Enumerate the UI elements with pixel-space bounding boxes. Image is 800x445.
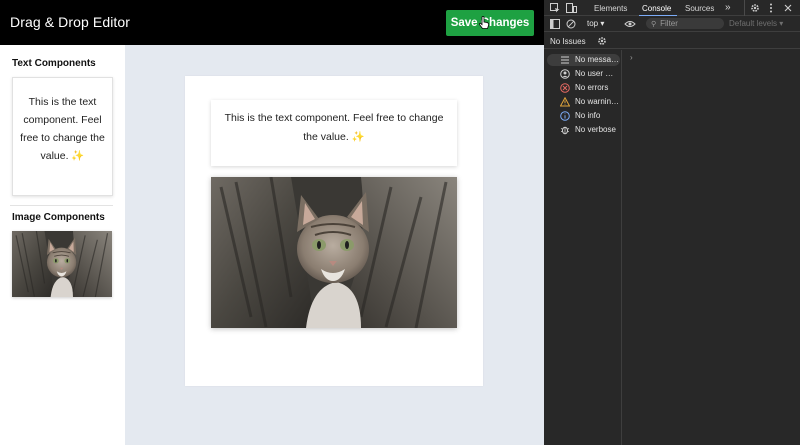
text-components-heading: Text Components <box>12 58 96 69</box>
app-viewport: Drag & Drop Editor Save Changes Text Com… <box>0 0 544 445</box>
filter-errors[interactable]: No errors <box>547 82 620 94</box>
filter-placeholder: Filter <box>660 19 678 28</box>
settings-gear-icon[interactable] <box>750 3 760 13</box>
filter-label: No messa… <box>575 55 620 64</box>
filter-label: No verbose <box>575 125 616 134</box>
warning-icon <box>560 97 570 107</box>
sidebar-toggle-icon[interactable] <box>550 19 560 29</box>
save-changes-button[interactable]: Save Changes <box>446 10 534 36</box>
list-icon <box>561 56 569 64</box>
issues-bar: No Issues <box>544 33 800 49</box>
tab-sources[interactable]: Sources <box>685 4 714 13</box>
tab-elements[interactable]: Elements <box>594 4 627 13</box>
draggable-image-component[interactable] <box>12 231 112 297</box>
info-icon <box>560 111 570 121</box>
more-tabs-icon[interactable]: » <box>725 2 731 13</box>
close-devtools-icon[interactable] <box>784 4 792 12</box>
tab-separator <box>744 0 745 16</box>
draggable-text-component[interactable]: This is the text component. Feel free to… <box>12 77 113 196</box>
filter-info[interactable]: No info <box>547 110 620 122</box>
clear-console-icon[interactable] <box>566 19 576 29</box>
inspect-element-icon[interactable] <box>550 3 560 13</box>
canvas-image-component[interactable] <box>211 177 457 328</box>
canvas-text-component[interactable]: This is the text component. Feel free to… <box>211 100 457 166</box>
console-filter-input[interactable]: ⚲ Filter <box>646 18 724 29</box>
eye-icon[interactable] <box>624 20 636 28</box>
sidebar-divider <box>10 205 113 206</box>
user-icon <box>560 69 570 79</box>
kitten-photo-thumbnail <box>12 231 112 297</box>
log-levels-dropdown[interactable]: Default levels ▾ <box>729 19 783 28</box>
filter-user-messages[interactable]: No user … <box>547 68 620 80</box>
top-bar: Drag & Drop Editor Save Changes <box>0 0 544 45</box>
filter-label: No info <box>575 111 601 120</box>
context-selector[interactable]: top ▾ <box>587 19 604 28</box>
filter-verbose[interactable]: No verbose <box>547 124 620 136</box>
filter-label: No user … <box>575 69 614 78</box>
image-components-heading: Image Components <box>12 212 105 223</box>
error-icon <box>560 83 570 93</box>
app-title: Drag & Drop Editor <box>10 14 131 30</box>
filter-icon: ⚲ <box>651 21 657 28</box>
filter-label: No warnin… <box>575 97 620 106</box>
console-settings-gear-icon[interactable] <box>597 36 607 46</box>
console-toolbar: top ▾ ⚲ Filter Default levels ▾ <box>544 17 800 32</box>
tab-console[interactable]: Console <box>642 4 671 13</box>
devtools-tab-bar: Elements Console Sources » <box>544 0 800 16</box>
more-options-icon[interactable] <box>769 3 773 13</box>
device-toolbar-icon[interactable] <box>566 3 577 13</box>
devtools-panel: Elements Console Sources » top ▾ ⚲ Filter… <box>544 0 800 445</box>
filter-all-messages[interactable]: No messa… <box>547 54 620 66</box>
filter-warnings[interactable]: No warnin… <box>547 96 620 108</box>
console-message-filter-sidebar: No messa… No user … No errors No warnin…… <box>544 50 622 445</box>
active-tab-indicator <box>639 15 677 16</box>
hand-cursor-icon <box>478 16 490 29</box>
console-prompt-chevron-icon[interactable]: › <box>630 53 633 62</box>
issues-status[interactable]: No Issues <box>550 37 586 46</box>
kitten-photo <box>211 177 457 328</box>
filter-label: No errors <box>575 83 609 92</box>
editor-canvas[interactable]: This is the text component. Feel free to… <box>185 76 483 386</box>
bug-icon <box>560 126 570 135</box>
components-sidebar: Text Components This is the text compone… <box>0 45 125 445</box>
